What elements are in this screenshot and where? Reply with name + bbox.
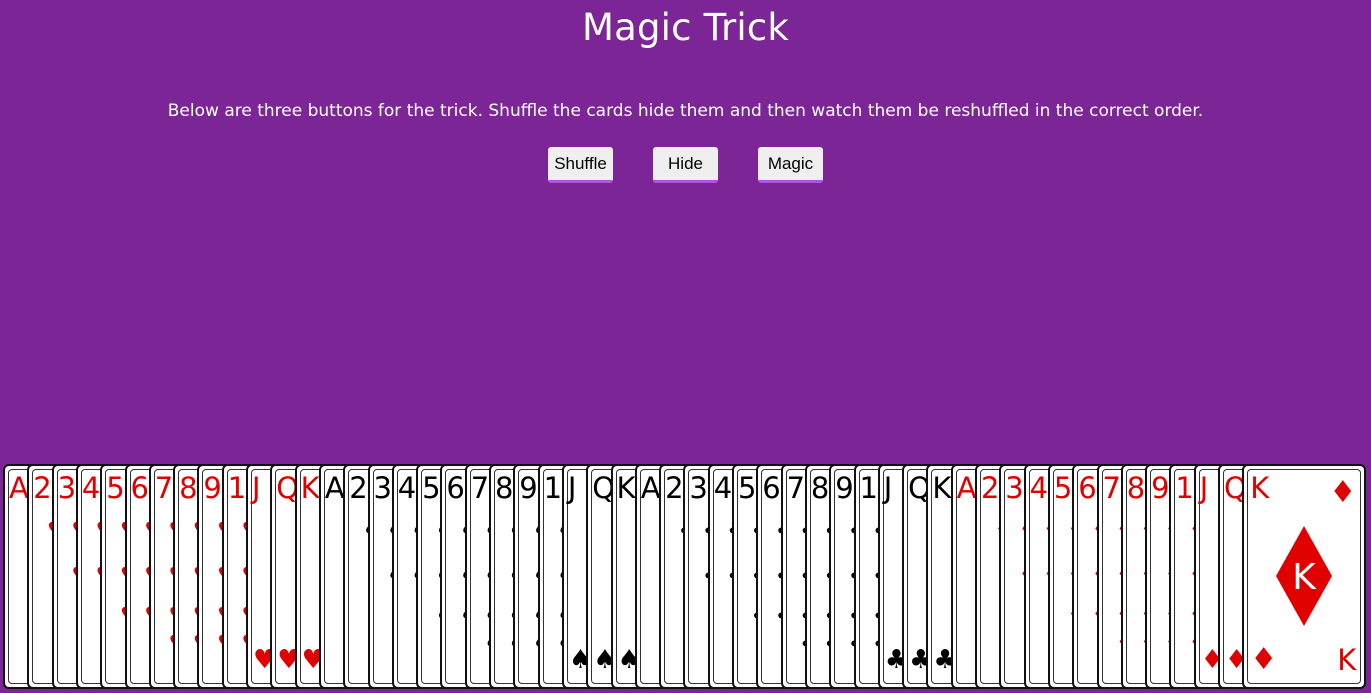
card-rank: 6 [446, 471, 465, 505]
card-rank: A [324, 471, 345, 505]
card-rank: 4 [713, 471, 733, 505]
card-rank: 2 [349, 471, 368, 505]
button-bar: Shuffle Hide Magic [0, 147, 1371, 183]
magic-button[interactable]: Magic [758, 147, 823, 183]
card-rank: 9 [519, 471, 538, 505]
card-rank: 9 [1151, 471, 1170, 505]
card-rank: 2 [33, 471, 52, 505]
card-rank: 6 [1078, 471, 1097, 505]
hide-button[interactable]: Hide [653, 147, 718, 183]
card-rank: 5 [738, 471, 757, 505]
card-rank: 9 [835, 471, 854, 505]
card-rank-bottom: K [1337, 643, 1357, 677]
card-rank: 4 [81, 471, 101, 505]
card-rank: 7 [154, 471, 174, 505]
card-rank: J [883, 471, 893, 505]
card-rank: J [567, 471, 577, 505]
card-deck: A2♥3♥♥4♥♥5♥♥♥6♥♥♥7♥♥♥♥8♥♥♥♥9♥♥♥♥10♥♥♥♥J♥… [0, 463, 1371, 693]
card-rank: A [956, 471, 977, 505]
card-rank: 3 [1005, 471, 1024, 505]
card-rank: 9 [203, 471, 222, 505]
card-rank: K [1250, 471, 1270, 505]
card-rank: A [9, 471, 29, 505]
card-rank: K [616, 471, 636, 505]
card-rank: 8 [1126, 471, 1146, 505]
card-rank: 4 [1029, 471, 1049, 505]
card-rank: 8 [495, 471, 514, 505]
card-rank: 4 [397, 471, 417, 505]
card-rank: 7 [786, 471, 806, 505]
shuffle-button[interactable]: Shuffle [548, 147, 613, 183]
instructions-text: Below are three buttons for the trick. S… [167, 101, 1204, 121]
card-rank: 5 [422, 471, 441, 505]
diamond-icon: ♦ [1329, 475, 1357, 510]
card-rank: 3 [689, 471, 708, 505]
card-rank: 2 [981, 471, 1000, 505]
center-rank: K [1292, 557, 1317, 598]
playing-card[interactable]: K ♦ K ♦ K [1242, 464, 1367, 689]
center-diamond-icon: K [1276, 526, 1333, 626]
card-rank: 5 [106, 471, 125, 505]
card-rank: A [640, 471, 661, 505]
card-rank: 7 [470, 471, 490, 505]
card-rank: 5 [1053, 471, 1073, 505]
card-rank: J [1199, 471, 1209, 505]
card-rank: 8 [179, 471, 198, 505]
card-rank: 6 [130, 471, 149, 505]
card-rank: 7 [1102, 471, 1121, 505]
card-rank: 3 [373, 471, 392, 505]
card-rank: 6 [762, 471, 781, 505]
diamond-icon: ♦ [1250, 642, 1278, 677]
page-title: Magic Trick [581, 6, 790, 49]
card-rank: 8 [810, 471, 830, 505]
card-rank: K [300, 471, 320, 505]
card-rank: 3 [57, 471, 77, 505]
card-rank: 2 [665, 471, 684, 505]
card-rank: J [252, 471, 261, 505]
card-rank: K [932, 471, 952, 505]
